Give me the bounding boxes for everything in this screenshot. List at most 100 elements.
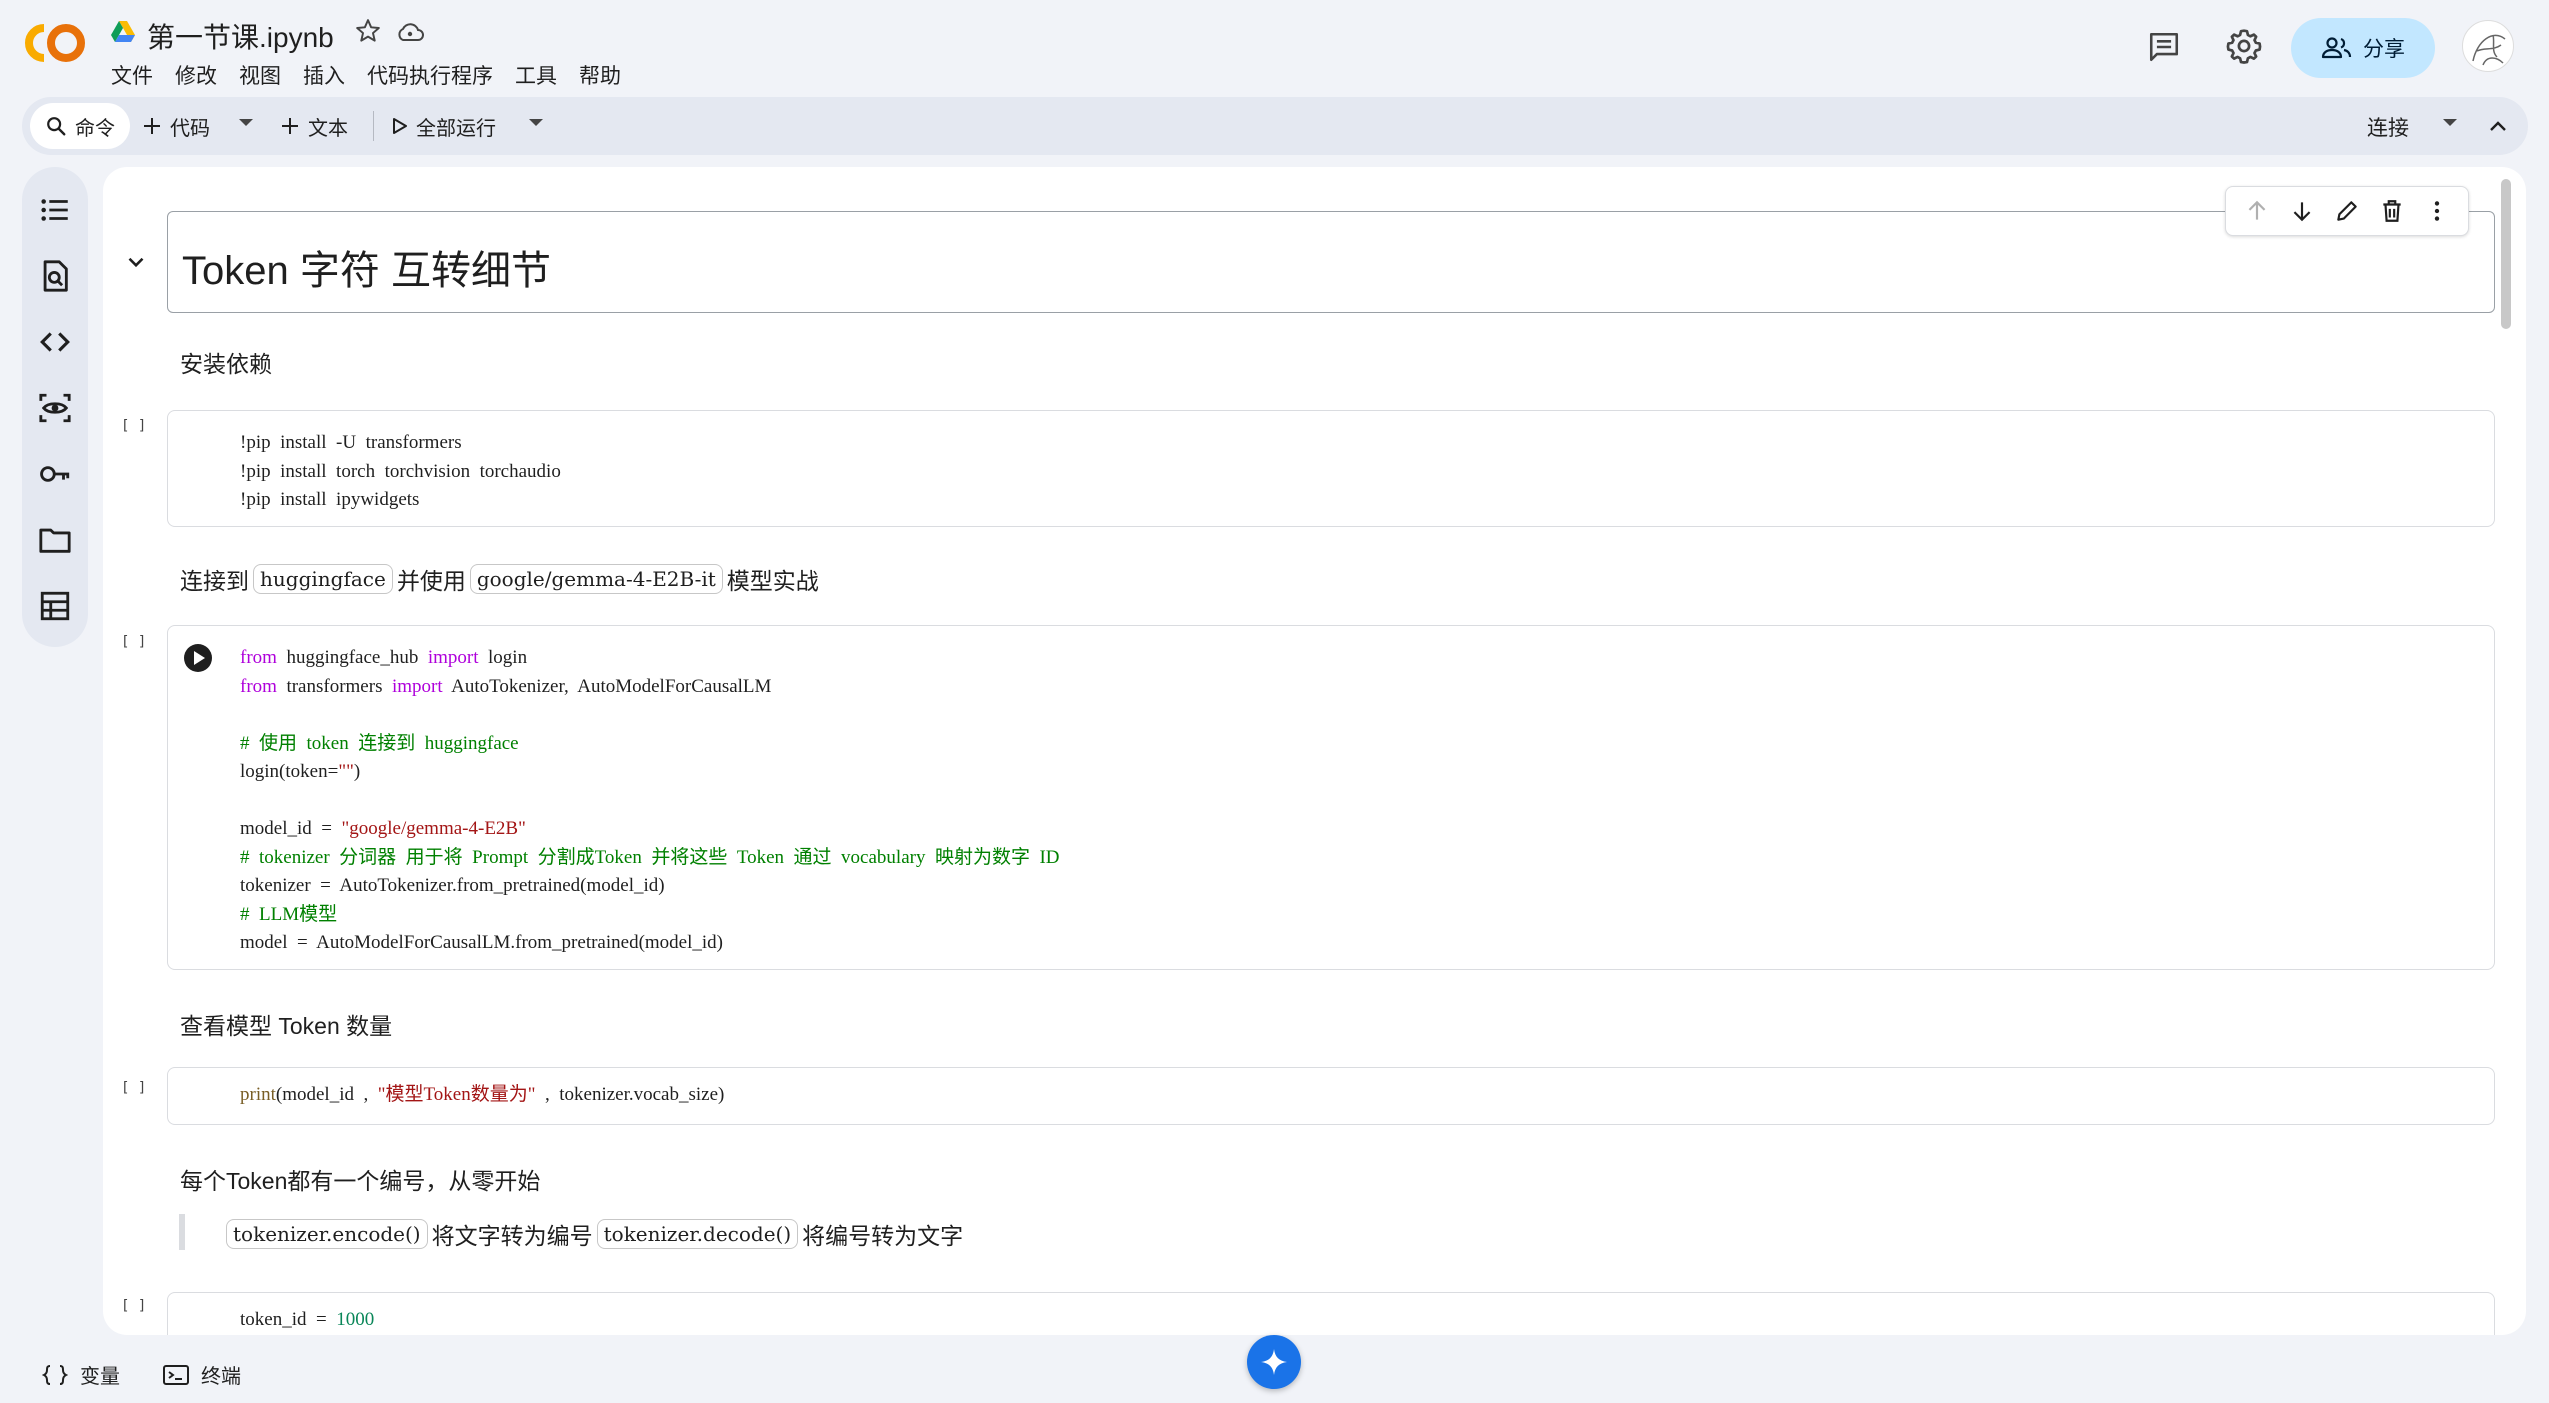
variables-label: 变量 — [80, 1366, 120, 1388]
menu-help[interactable]: 帮助 — [579, 60, 621, 90]
gear-icon[interactable] — [2226, 28, 2262, 64]
edit-pencil-icon[interactable] — [2334, 198, 2360, 224]
avatar[interactable] — [2462, 20, 2514, 72]
menu-edit[interactable]: 修改 — [175, 60, 217, 90]
arrow-down-icon[interactable] — [2289, 198, 2315, 224]
command-label: 命令 — [75, 117, 115, 140]
add-text-label: 文本 — [308, 117, 348, 140]
keyword: import — [391, 675, 443, 697]
app-header: 第一节课.ipynb 文件 修改 视图 插入 代码执行程序 工具 帮助 分享 — [0, 0, 2549, 96]
connect-dropdown-icon[interactable] — [2443, 119, 2457, 126]
code-token: , tokenizer.vocab_size) — [535, 1084, 725, 1105]
arrow-up-icon[interactable] — [2244, 198, 2270, 224]
markdown-cell-text: 每个Token都有一个编号，从零开始 — [180, 1168, 541, 1194]
run-all-dropdown-icon[interactable] — [529, 119, 543, 126]
chevron-up-icon[interactable] — [2486, 115, 2510, 139]
run-cell-icon[interactable] — [182, 642, 214, 674]
menu-tools[interactable]: 工具 — [515, 60, 557, 90]
code-snippets-icon[interactable] — [38, 325, 72, 359]
code-line: model = AutoModelForCausalLM.from_pretra… — [240, 932, 723, 953]
title-markdown-cell[interactable]: Token 字符 互转细节 — [167, 211, 2495, 313]
code-cell-install[interactable]: !pip install -U transformers !pip install… — [167, 410, 2495, 527]
connect-button[interactable]: 连接 — [2367, 112, 2409, 142]
notebook-main: Token 字符 互转细节 安装依赖 [ ] !pip install -U t… — [103, 167, 2526, 1335]
code-token: huggingface_hub — [276, 647, 428, 668]
function-name: print — [240, 1084, 276, 1105]
terminal-icon — [163, 1364, 189, 1385]
number-literal: 1000 — [336, 1309, 375, 1330]
execution-count: [ ] — [121, 634, 147, 650]
code-token: token_id = — [240, 1309, 337, 1330]
add-code-button[interactable]: 代码 — [142, 103, 210, 149]
gemini-assistant-button[interactable] — [1247, 1335, 1301, 1389]
inline-code: tokenizer.decode() — [596, 1219, 799, 1249]
string-literal: "" — [338, 761, 354, 782]
share-label: 分享 — [2363, 38, 2405, 61]
code-editor[interactable]: from huggingface_hub import login from tr… — [240, 644, 1060, 958]
add-code-dropdown-icon[interactable] — [239, 119, 253, 126]
more-vert-icon[interactable] — [2424, 198, 2450, 224]
table-of-contents-icon[interactable] — [38, 193, 72, 227]
code-cell-login[interactable]: from huggingface_hub import login from tr… — [167, 625, 2495, 970]
star-icon[interactable] — [355, 18, 381, 44]
add-code-label: 代码 — [170, 117, 210, 140]
code-comment: # LLM模型 — [240, 903, 338, 925]
execution-count: [ ] — [121, 1080, 147, 1096]
markdown-cell-text: 安装依赖 — [180, 351, 272, 377]
trash-icon[interactable] — [2379, 198, 2405, 224]
notebook-heading: Token 字符 互转细节 — [182, 249, 551, 293]
share-button[interactable]: 分享 — [2291, 18, 2435, 78]
colab-logo[interactable] — [22, 20, 88, 66]
variables-inspector-icon[interactable] — [38, 391, 72, 425]
inline-code: tokenizer.encode() — [226, 1219, 428, 1249]
menu-view[interactable]: 视图 — [239, 60, 281, 90]
command-palette-button[interactable]: 命令 — [30, 103, 130, 149]
find-replace-icon[interactable] — [38, 259, 72, 293]
code-line: token_id = 1000 — [240, 1306, 374, 1335]
comments-icon[interactable] — [2146, 30, 2182, 64]
people-icon — [2321, 37, 2352, 59]
curly-braces-icon — [42, 1364, 68, 1385]
code-editor[interactable]: token_id = 1000 — [240, 1306, 374, 1335]
google-drive-icon[interactable] — [110, 20, 136, 44]
code-cell-token-id[interactable]: token_id = 1000 — [167, 1292, 2495, 1335]
code-editor[interactable]: print(model_id , "模型Token数量为" , tokenize… — [240, 1081, 724, 1110]
code-token: transformers — [276, 675, 392, 697]
code-line: model_id = "google/gemma-4-E2B" — [240, 815, 1060, 844]
run-all-button[interactable]: 全部运行 — [392, 103, 496, 149]
keyword: from — [240, 675, 277, 697]
secrets-key-icon[interactable] — [38, 457, 72, 491]
keyword: import — [427, 647, 479, 668]
md-text: 连接到 — [180, 568, 249, 594]
files-folder-icon[interactable] — [38, 523, 72, 557]
md-text: 并使用 — [396, 568, 466, 594]
terminal-button[interactable]: 终端 — [163, 1360, 241, 1389]
cloud-saved-icon[interactable] — [395, 20, 425, 44]
code-token: (model_id , — [275, 1084, 378, 1105]
run-all-label: 全部运行 — [416, 117, 496, 140]
code-comment: # 使用 token 连接到 huggingface — [240, 732, 519, 754]
menu-insert[interactable]: 插入 — [303, 60, 345, 90]
add-text-button[interactable]: 文本 — [280, 103, 348, 149]
md-text: 将文字转为编号 — [431, 1223, 593, 1249]
scrollbar[interactable] — [2501, 179, 2511, 329]
execution-count: [ ] — [121, 1298, 147, 1314]
notebook-toolbar: 命令 代码 文本 全部运行 连接 — [22, 97, 2528, 155]
play-outline-icon — [393, 118, 407, 134]
plus-icon — [282, 118, 298, 134]
execution-count: [ ] — [121, 418, 147, 434]
code-line: print(model_id , "模型Token数量为" , tokenize… — [240, 1081, 724, 1110]
variables-button[interactable]: 变量 — [42, 1360, 120, 1389]
plus-icon — [144, 118, 160, 134]
inline-code: huggingface — [253, 564, 393, 594]
data-table-icon[interactable] — [38, 589, 72, 623]
md-text: 将编号转为文字 — [802, 1223, 964, 1249]
md-text: 模型实战 — [726, 568, 819, 594]
code-editor[interactable]: !pip install -U transformers !pip install… — [240, 429, 561, 515]
code-cell-vocab-size[interactable]: print(model_id , "模型Token数量为" , tokenize… — [167, 1067, 2495, 1125]
notebook-title[interactable]: 第一节课.ipynb — [147, 16, 334, 56]
menu-runtime[interactable]: 代码执行程序 — [367, 60, 493, 90]
chevron-down-icon[interactable] — [123, 249, 149, 275]
markdown-cell-text: 连接到 huggingface 并使用 google/gemma-4-E2B-i… — [180, 562, 819, 596]
menu-file[interactable]: 文件 — [111, 60, 153, 90]
